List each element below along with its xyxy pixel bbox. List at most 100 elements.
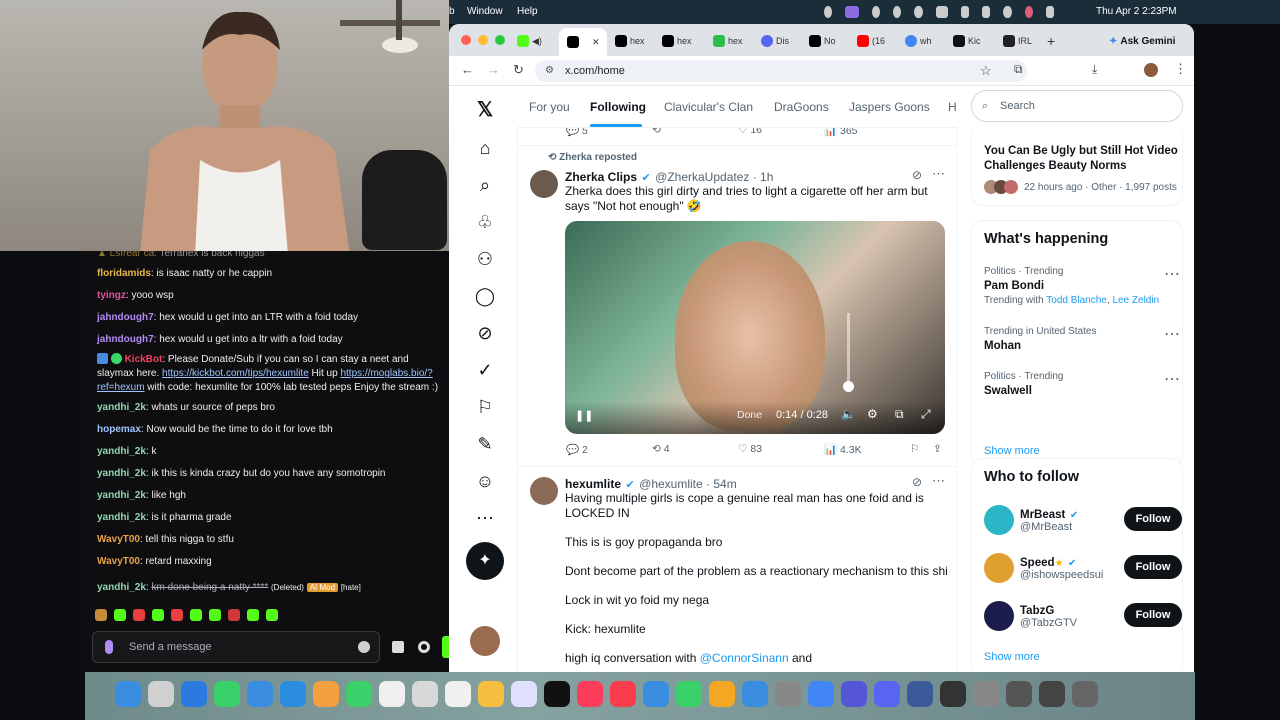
tab[interactable]: Dis xyxy=(761,30,807,52)
chat-username[interactable]: yandhi_2k xyxy=(97,490,146,501)
app-icon[interactable] xyxy=(940,681,966,707)
tab[interactable]: wh xyxy=(905,30,951,52)
keynote-icon[interactable] xyxy=(643,681,669,707)
follow-suggestion[interactable]: Speed★ ✔ @ishowspeedsui Follow xyxy=(984,551,1182,587)
reload-icon[interactable]: ↻ xyxy=(513,62,524,78)
tab[interactable]: IRL xyxy=(1003,30,1049,52)
follow-button[interactable]: Follow xyxy=(1124,555,1182,579)
author-name[interactable]: hexumlite xyxy=(565,477,621,491)
explore-search-icon[interactable]: ⌕ xyxy=(473,173,497,197)
chat-username[interactable]: floridamids xyxy=(97,268,151,279)
bookmark-icon[interactable]: ⚐ xyxy=(910,443,919,455)
tab-dragoons[interactable]: DraGoons xyxy=(774,100,829,114)
news-icon[interactable] xyxy=(610,681,636,707)
view-count[interactable]: 📊 365 xyxy=(824,128,858,137)
emote-icon[interactable] xyxy=(114,609,126,621)
emote-icon[interactable] xyxy=(247,609,259,621)
bookmark-star-icon[interactable]: ☆ xyxy=(980,63,992,79)
settings-icon[interactable] xyxy=(418,641,430,653)
author-name[interactable]: Zherka Clips xyxy=(565,170,637,184)
chat-username[interactable]: yandhi_2k xyxy=(97,402,146,413)
grok-icon[interactable]: ⊘ xyxy=(912,168,922,182)
menu-window[interactable]: Window xyxy=(467,6,503,17)
chat-username[interactable]: jahndough7 xyxy=(97,312,154,323)
notion-icon[interactable] xyxy=(841,681,867,707)
notifications-icon[interactable]: ♧ xyxy=(473,210,497,234)
close-tab-icon[interactable]: ✕ xyxy=(592,37,600,48)
mail-icon[interactable] xyxy=(247,681,273,707)
post[interactable]: hexumlite ✔ @hexumlite · 54m ⊘ ⋯ Having … xyxy=(518,467,956,672)
extensions-icon[interactable]: ⧉ xyxy=(1014,62,1023,77)
discord-icon[interactable] xyxy=(874,681,900,707)
appstore-icon[interactable] xyxy=(742,681,768,707)
numbers-icon[interactable] xyxy=(676,681,702,707)
fullscreen-icon[interactable]: ⤢ xyxy=(921,407,931,422)
app-icon[interactable] xyxy=(973,681,999,707)
app-icon[interactable] xyxy=(1039,681,1065,707)
chat-username[interactable]: tyingz xyxy=(97,290,126,301)
reminders-icon[interactable] xyxy=(445,681,471,707)
menubar-clock[interactable]: Thu Apr 2 2:23PM xyxy=(1096,6,1177,17)
like-count[interactable]: ♡ 83 xyxy=(738,443,762,455)
reply-count[interactable]: 💬 5 xyxy=(566,128,588,137)
pages-icon[interactable] xyxy=(709,681,735,707)
chat-username[interactable]: yandhi_2k xyxy=(97,446,146,457)
trend-link[interactable]: Todd Blanche xyxy=(1046,295,1107,306)
tab-following[interactable]: Following xyxy=(590,100,646,114)
chat-username[interactable]: WavyT00 xyxy=(97,534,140,545)
x-logo-icon[interactable]: 𝕏 xyxy=(473,98,497,122)
pause-icon[interactable]: ❚❚ xyxy=(575,409,593,422)
emote-icon[interactable] xyxy=(133,609,145,621)
status-icon[interactable] xyxy=(871,6,881,18)
emote-icon[interactable] xyxy=(152,609,164,621)
pip-icon[interactable]: ⧉ xyxy=(895,407,904,422)
trend-item[interactable]: Politics · Trending Pam Bondi Trending w… xyxy=(984,266,1180,310)
reply-count[interactable]: 💬 2 xyxy=(566,443,588,456)
search-box[interactable]: ⌕ Search xyxy=(971,90,1183,122)
post-avatar[interactable] xyxy=(530,170,558,198)
messages-icon[interactable] xyxy=(214,681,240,707)
download-icon[interactable]: ⤓ xyxy=(1092,62,1097,77)
follow-suggestion[interactable]: MrBeast ✔ @MrBeast Follow xyxy=(984,503,1182,539)
repost-icon[interactable]: ⟲ xyxy=(652,128,661,136)
safari-icon[interactable] xyxy=(181,681,207,707)
music-icon[interactable] xyxy=(577,681,603,707)
articles-icon[interactable]: ✎ xyxy=(473,432,497,456)
tab[interactable]: No xyxy=(809,30,855,52)
app-icon[interactable] xyxy=(907,681,933,707)
trend-link[interactable]: Lee Zeldin xyxy=(1112,295,1159,306)
back-icon[interactable]: ← xyxy=(461,62,474,77)
tab-more[interactable]: H xyxy=(948,100,957,114)
kickbot-link[interactable]: https://kickbot.com/tips/hexumlite xyxy=(162,368,309,379)
author-handle[interactable]: @ZherkaUpdatez · 1h xyxy=(655,170,773,184)
repost-count[interactable]: ⟲ 4 xyxy=(652,443,670,455)
wifi-icon[interactable] xyxy=(960,6,970,18)
post-avatar[interactable] xyxy=(530,477,558,505)
tab[interactable]: hex xyxy=(713,30,759,52)
trend-more-icon[interactable]: ⋯ xyxy=(1164,369,1180,389)
trend-item[interactable]: Politics · Trending Swalwell ⋯ xyxy=(984,369,1180,405)
tab-x-active[interactable]: ✕ xyxy=(559,28,607,56)
url-field[interactable]: ⚙ x.com/home xyxy=(535,60,1027,82)
minimize-window-button[interactable] xyxy=(478,35,488,45)
settings-icon[interactable] xyxy=(775,681,801,707)
chat-username[interactable]: hopemax xyxy=(97,424,141,435)
launchpad-icon[interactable] xyxy=(148,681,174,707)
messages-icon[interactable]: ◯ xyxy=(473,284,497,308)
profile-avatar[interactable] xyxy=(1144,63,1158,77)
mic-icon[interactable] xyxy=(105,640,113,654)
tab[interactable]: hex xyxy=(662,30,708,52)
trash-icon[interactable] xyxy=(1072,681,1098,707)
more-icon[interactable]: ⋯ xyxy=(473,506,497,530)
home-icon[interactable]: ⌂ xyxy=(473,136,497,160)
chat-username[interactable]: WavyT00 xyxy=(97,556,140,567)
compose-post-button[interactable]: ✦ xyxy=(466,542,504,580)
mention-link[interactable]: @ConnorSinann xyxy=(700,651,789,665)
show-more-link[interactable]: Show more xyxy=(984,445,1040,457)
search-icon[interactable] xyxy=(1003,6,1012,18)
emote-icon[interactable] xyxy=(266,609,278,621)
freeform-icon[interactable] xyxy=(511,681,537,707)
emoji-icon[interactable] xyxy=(358,641,370,653)
video-settings-icon[interactable]: ⚙ xyxy=(867,407,878,421)
photos-icon[interactable] xyxy=(313,681,339,707)
